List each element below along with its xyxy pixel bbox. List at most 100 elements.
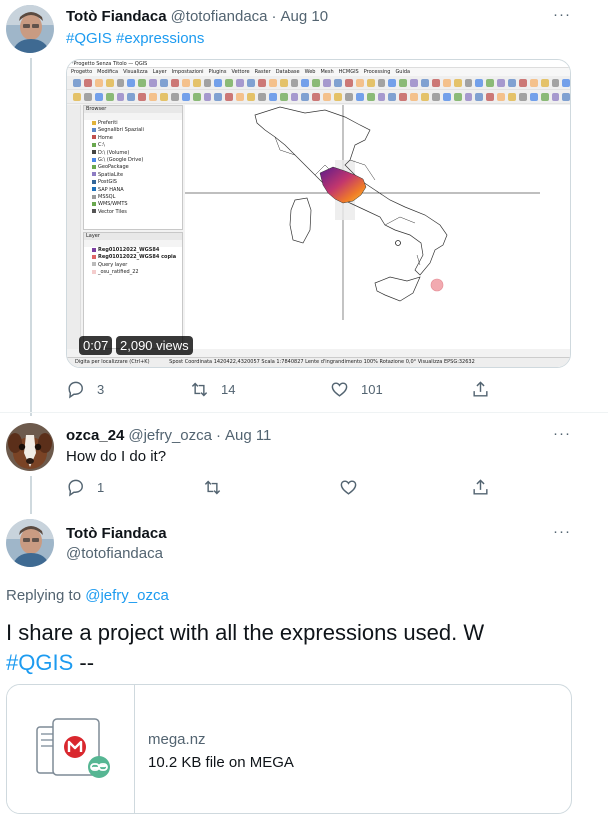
map-canvas[interactable] [185, 105, 570, 349]
qgis-toolbar-icon [377, 92, 386, 101]
avatar-ozca-24[interactable] [6, 423, 54, 471]
browser-item-icon [92, 187, 96, 192]
qgis-toolbar-icon [344, 78, 353, 87]
heart-icon [331, 382, 348, 397]
replying-to-line: Replying to @jefry_ozca [6, 587, 169, 604]
avatar-totofiandaca[interactable] [6, 5, 54, 53]
reply-button[interactable]: 1 [66, 478, 104, 497]
retweet-icon [204, 480, 221, 495]
link-card[interactable]: mega.nz 10.2 KB file on MEGA [6, 684, 572, 814]
browser-item: Home [84, 135, 182, 142]
qgis-toolbar-icon [290, 78, 299, 87]
more-options-button[interactable]: ··· [553, 6, 571, 23]
tweet-date[interactable]: Aug 10 [281, 8, 329, 25]
qgis-toolbar-icon [268, 78, 277, 87]
qgis-toolbar-icon [94, 92, 103, 101]
layer-item-swatch [92, 247, 96, 252]
more-options-button[interactable]: ··· [553, 425, 571, 442]
share-button[interactable] [471, 380, 490, 399]
qgis-menu-item: Progetto [71, 69, 93, 75]
heart-icon [340, 480, 357, 495]
tweet-date[interactable]: Aug 11 [225, 427, 271, 444]
qgis-toolbar-icon [116, 78, 125, 87]
qgis-toolbar-icon [160, 78, 168, 87]
qgis-menu-item: Raster [254, 69, 271, 75]
video-elapsed: 0:07 [83, 338, 109, 353]
thread-line [30, 58, 32, 416]
browser-item-icon [92, 150, 96, 155]
qgis-toolbar-icon [497, 92, 505, 101]
browser-item-label: GeoPackage [98, 164, 129, 171]
qgis-toolbar-icon [301, 78, 310, 87]
qgis-toolbar-icon [355, 78, 364, 87]
author-name[interactable]: Totò Fiandaca [66, 525, 167, 542]
qgis-toolbar-icon [149, 78, 157, 87]
qgis-toolbar-icon [323, 92, 331, 101]
browser-item-label: SpatiaLite [98, 171, 124, 178]
video-player[interactable]: *Progetto Senza Titolo — QGIS Progetto Mo… [66, 59, 571, 368]
qgis-toolbar-icon [127, 78, 136, 87]
qgis-toolbar-icon [464, 92, 473, 101]
share-icon [473, 381, 488, 397]
browser-item: Segnalibri Spaziali [84, 127, 182, 134]
qgis-toolbar-icon [127, 92, 136, 101]
author-handle[interactable]: @totofiandaca [171, 8, 268, 25]
browser-item-label: Vector Tiles [98, 208, 127, 215]
layer-panel-title: Layer [84, 233, 182, 240]
qgis-menu-item: Guida [395, 69, 411, 75]
qgis-side-toolbar [67, 105, 81, 349]
qgis-toolbar-icon [73, 78, 81, 87]
author-name[interactable]: ozca_24 [66, 427, 124, 444]
qgis-toolbar-icon [236, 78, 244, 87]
qgis-toolbar-icon [279, 78, 288, 87]
qgis-toolbar-icon [73, 92, 81, 101]
browser-item: C:\ [84, 142, 182, 149]
hashtag-qgis[interactable]: #QGIS [6, 650, 73, 675]
layer-item-label: Reg01012022_WGS84 [98, 247, 160, 253]
browser-item-label: Preferiti [98, 120, 118, 126]
retweet-button[interactable] [203, 478, 222, 497]
qgis-toolbar-icon [453, 92, 462, 101]
browser-item-icon [92, 172, 96, 177]
layer-item-swatch [92, 254, 96, 259]
reply-count: 1 [97, 480, 105, 495]
browser-item: G:\ (Google Drive) [84, 157, 182, 164]
browser-item-icon [92, 142, 96, 147]
thread-line [30, 476, 32, 514]
qgis-toolbar-icon [312, 92, 321, 101]
qgis-toolbar-icon [366, 78, 375, 87]
qgis-menu-item: Visualizza [123, 69, 148, 75]
browser-item-icon [92, 120, 96, 125]
qgis-toolbar-icon [192, 78, 201, 87]
author-name[interactable]: Totò Fiandaca [66, 8, 167, 25]
avatar-totofiandaca[interactable] [6, 519, 54, 567]
qgis-toolbar-icon [388, 78, 397, 87]
like-button[interactable] [339, 478, 358, 497]
retweet-button[interactable]: 14 [190, 380, 235, 399]
qgis-menu-bar: Progetto Modifica Visualizza Layer Impostazi… [67, 68, 570, 76]
qgis-status-bar: Digita per localizzare (Ctrl+K) Spost Co… [67, 357, 570, 367]
reply-button[interactable]: 3 [66, 380, 104, 399]
qgis-toolbar-icon [508, 92, 516, 101]
qgis-toolbar-icon [301, 92, 310, 101]
author-handle[interactable]: @totofiandaca [66, 545, 163, 562]
layer-item-swatch [92, 269, 96, 274]
share-button[interactable] [471, 478, 490, 497]
video-time-badge: 0:07 [79, 336, 113, 355]
like-count: 101 [361, 382, 383, 397]
layer-item: Reg01012022_WGS84 [84, 247, 182, 254]
more-options-button[interactable]: ··· [553, 523, 571, 540]
author-handle[interactable]: @jefry_ozca [128, 427, 212, 444]
card-description: 10.2 KB file on MEGA [148, 754, 294, 771]
qgis-right-edge [570, 105, 571, 349]
tweet-text[interactable]: #QGIS #expressions [66, 30, 204, 47]
qgis-toolbar-icon [181, 78, 190, 87]
replying-to-handle[interactable]: @jefry_ozca [85, 587, 169, 604]
tweet-text-tail: -- [79, 650, 95, 675]
replying-to-label: Replying to [6, 587, 82, 604]
qgis-toolbar-icon [160, 92, 168, 101]
qgis-toolbar-icon [475, 78, 484, 87]
qgis-toolbar-icon [105, 78, 114, 87]
browser-item: WMS/WMTS [84, 201, 182, 208]
like-button[interactable]: 101 [330, 380, 383, 399]
